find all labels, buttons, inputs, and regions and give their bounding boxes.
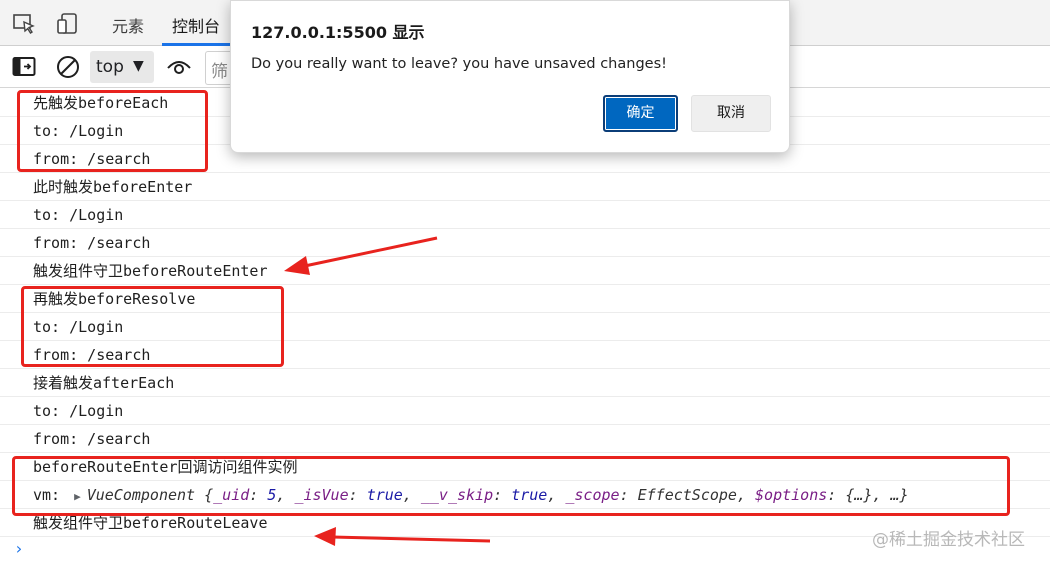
watermark: @稀土掘金技术社区 bbox=[872, 530, 1025, 550]
arrow-to-before-route-enter bbox=[284, 236, 438, 275]
arrow-to-before-route-leave bbox=[314, 527, 491, 546]
confirm-dialog: 127.0.0.1:5500 显示 Do you really want to … bbox=[230, 0, 790, 153]
dialog-title: 127.0.0.1:5500 显示 bbox=[251, 23, 425, 42]
dialog-message: Do you really want to leave? you have un… bbox=[251, 56, 667, 72]
ok-button[interactable]: 确定 bbox=[603, 95, 678, 132]
cancel-button[interactable]: 取消 bbox=[691, 95, 771, 132]
